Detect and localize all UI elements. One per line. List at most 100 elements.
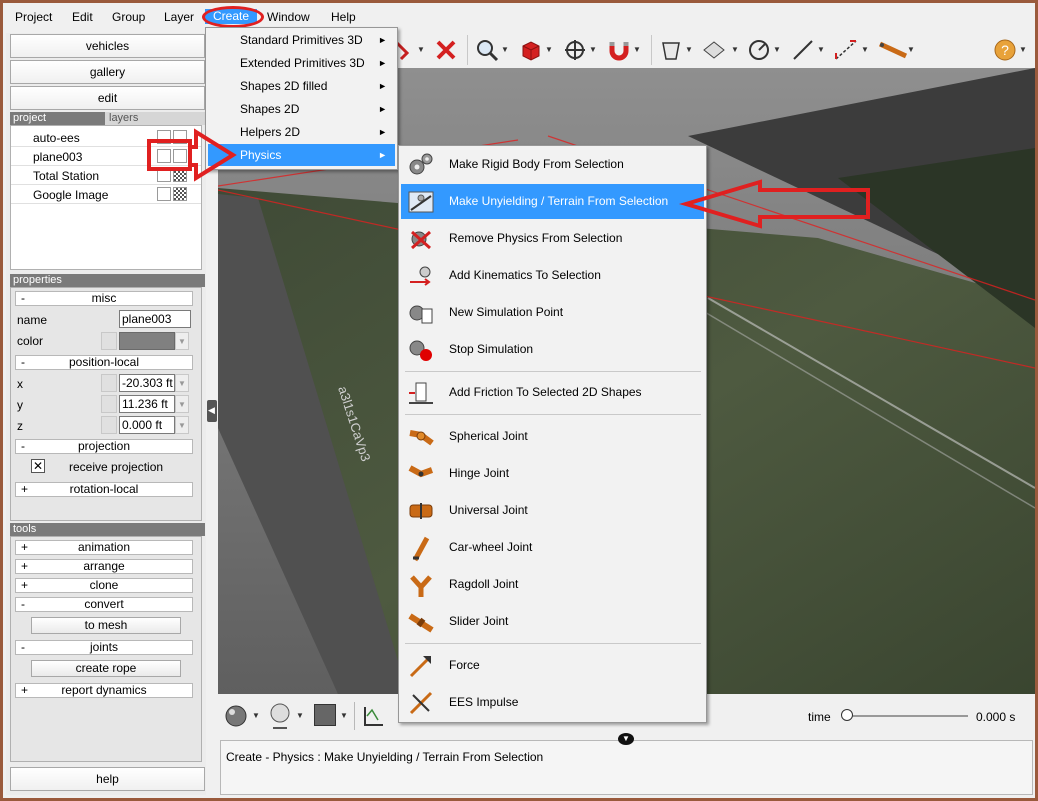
visibility-checkbox[interactable] <box>157 187 171 201</box>
chevron-down-icon[interactable]: ▼ <box>633 45 641 54</box>
menu-item-spherical-joint[interactable]: Spherical Joint <box>401 419 704 454</box>
lock-checkbox[interactable] <box>173 149 187 163</box>
visibility-checkbox[interactable] <box>157 168 171 182</box>
tab-layers[interactable]: layers <box>105 112 205 125</box>
rotation-local-group[interactable]: + rotation-local <box>15 482 193 497</box>
misc-group[interactable]: - misc <box>15 291 193 306</box>
x-field[interactable]: -20.303 ft <box>119 374 175 392</box>
lock-checkbox[interactable] <box>173 187 187 201</box>
chevron-down-icon[interactable]: ▼ <box>340 711 348 720</box>
chevron-down-icon[interactable]: ▼ <box>1019 45 1027 54</box>
list-item[interactable]: auto-ees <box>11 128 201 147</box>
tab-project[interactable]: project <box>10 112 105 125</box>
bucket-icon[interactable] <box>659 38 683 62</box>
menu-item-slider-joint[interactable]: Slider Joint <box>401 604 704 639</box>
clone-group[interactable]: + clone <box>15 578 193 593</box>
chevron-down-icon[interactable]: ▼ <box>175 332 189 350</box>
measure-icon[interactable] <box>833 38 859 62</box>
joints-group[interactable]: - joints <box>15 640 193 655</box>
menu-item-standard-primitives[interactable]: Standard Primitives 3D ► <box>208 29 395 51</box>
convert-group[interactable]: - convert <box>15 597 193 612</box>
list-item[interactable]: plane003 <box>11 147 201 166</box>
animation-group[interactable]: + animation <box>15 540 193 555</box>
lock-checkbox[interactable] <box>173 130 187 144</box>
menu-item-car-wheel-joint[interactable]: Car-wheel Joint <box>401 530 704 565</box>
expand-status-handle[interactable]: ▼ <box>618 733 634 745</box>
chevron-down-icon[interactable]: ▼ <box>907 45 915 54</box>
head-icon[interactable] <box>268 702 292 730</box>
menu-item-stop-simulation[interactable]: Stop Simulation <box>401 332 704 367</box>
color-swatch[interactable] <box>119 332 175 350</box>
menu-group[interactable]: Group <box>112 10 145 24</box>
menu-item-ees-impulse[interactable]: EES Impulse <box>401 685 704 720</box>
menu-item-ragdoll-joint[interactable]: Ragdoll Joint <box>401 567 704 602</box>
name-field[interactable]: plane003 <box>119 310 191 328</box>
chevron-down-icon[interactable]: ▼ <box>545 45 553 54</box>
graph-icon[interactable] <box>362 704 386 728</box>
vehicles-button[interactable]: vehicles <box>10 34 205 58</box>
chevron-down-icon[interactable]: ▼ <box>685 45 693 54</box>
time-slider-track[interactable] <box>848 715 968 717</box>
sphere-icon[interactable] <box>224 704 248 728</box>
zoom-icon[interactable] <box>475 38 499 62</box>
to-mesh-button[interactable]: to mesh <box>31 617 181 634</box>
delete-icon[interactable] <box>435 39 457 61</box>
menu-edit[interactable]: Edit <box>72 10 93 24</box>
list-item[interactable]: Total Station <box>11 166 201 185</box>
chevron-down-icon[interactable]: ▼ <box>417 45 425 54</box>
move-icon[interactable] <box>563 38 587 62</box>
chevron-down-icon[interactable]: ▼ <box>817 45 825 54</box>
chevron-down-icon[interactable]: ▼ <box>175 395 189 413</box>
menu-item-new-simulation-point[interactable]: New Simulation Point <box>401 295 704 330</box>
menu-layer[interactable]: Layer <box>164 10 194 24</box>
menu-item-universal-joint[interactable]: Universal Joint <box>401 493 704 528</box>
help-button[interactable]: help <box>10 767 205 791</box>
create-rope-button[interactable]: create rope <box>31 660 181 677</box>
chevron-down-icon[interactable]: ▼ <box>252 711 260 720</box>
chevron-down-icon[interactable]: ▼ <box>296 711 304 720</box>
menu-item-hinge-joint[interactable]: Hinge Joint <box>401 456 704 491</box>
menu-window[interactable]: Window <box>267 10 310 24</box>
menu-item-make-unyielding-terrain[interactable]: Make Unyielding / Terrain From Selection <box>401 184 704 219</box>
menu-item-force[interactable]: Force <box>401 648 704 683</box>
menu-item-extended-primitives[interactable]: Extended Primitives 3D ► <box>208 52 395 74</box>
chevron-down-icon[interactable]: ▼ <box>175 374 189 392</box>
lock-checkbox[interactable] <box>173 168 187 182</box>
y-field[interactable]: 11.236 ft <box>119 395 175 413</box>
chevron-down-icon[interactable]: ▼ <box>175 416 189 434</box>
menu-item-helpers-2d[interactable]: Helpers 2D ► <box>208 121 395 143</box>
chevron-down-icon[interactable]: ▼ <box>773 45 781 54</box>
gallery-button[interactable]: gallery <box>10 60 205 84</box>
menu-item-shapes-2d[interactable]: Shapes 2D ► <box>208 98 395 120</box>
background-color-swatch[interactable] <box>314 704 336 726</box>
position-local-group[interactable]: - position-local <box>15 355 193 370</box>
plane-icon[interactable] <box>701 38 727 62</box>
receive-projection-checkbox[interactable]: ✕ <box>31 459 45 473</box>
rope-icon[interactable] <box>877 38 909 62</box>
chevron-down-icon[interactable]: ▼ <box>501 45 509 54</box>
menu-item-make-rigid-body[interactable]: Make Rigid Body From Selection <box>401 147 704 182</box>
chevron-down-icon[interactable]: ▼ <box>861 45 869 54</box>
magnet-icon[interactable] <box>607 38 631 62</box>
menu-item-add-kinematics[interactable]: Add Kinematics To Selection <box>401 258 704 293</box>
edit-button[interactable]: edit <box>10 86 205 110</box>
cube-icon[interactable] <box>519 38 543 62</box>
visibility-checkbox[interactable] <box>157 130 171 144</box>
protractor-icon[interactable] <box>747 38 771 62</box>
projection-group[interactable]: - projection <box>15 439 193 454</box>
line-icon[interactable] <box>791 38 815 62</box>
panel-splitter-handle[interactable]: ◀ <box>207 400 217 422</box>
chevron-down-icon[interactable]: ▼ <box>731 45 739 54</box>
menu-item-remove-physics[interactable]: Remove Physics From Selection <box>401 221 704 256</box>
menu-project[interactable]: Project <box>15 10 52 24</box>
menu-item-add-friction[interactable]: Add Friction To Selected 2D Shapes <box>401 375 704 410</box>
menu-item-shapes-2d-filled[interactable]: Shapes 2D filled ► <box>208 75 395 97</box>
arrange-group[interactable]: + arrange <box>15 559 193 574</box>
menu-item-physics[interactable]: Physics ► <box>208 144 395 166</box>
list-item[interactable]: Google Image <box>11 185 201 204</box>
z-field[interactable]: 0.000 ft <box>119 416 175 434</box>
time-slider-thumb[interactable] <box>841 709 853 721</box>
help-icon[interactable]: ? <box>993 38 1017 62</box>
menu-help[interactable]: Help <box>331 10 356 24</box>
chevron-down-icon[interactable]: ▼ <box>589 45 597 54</box>
